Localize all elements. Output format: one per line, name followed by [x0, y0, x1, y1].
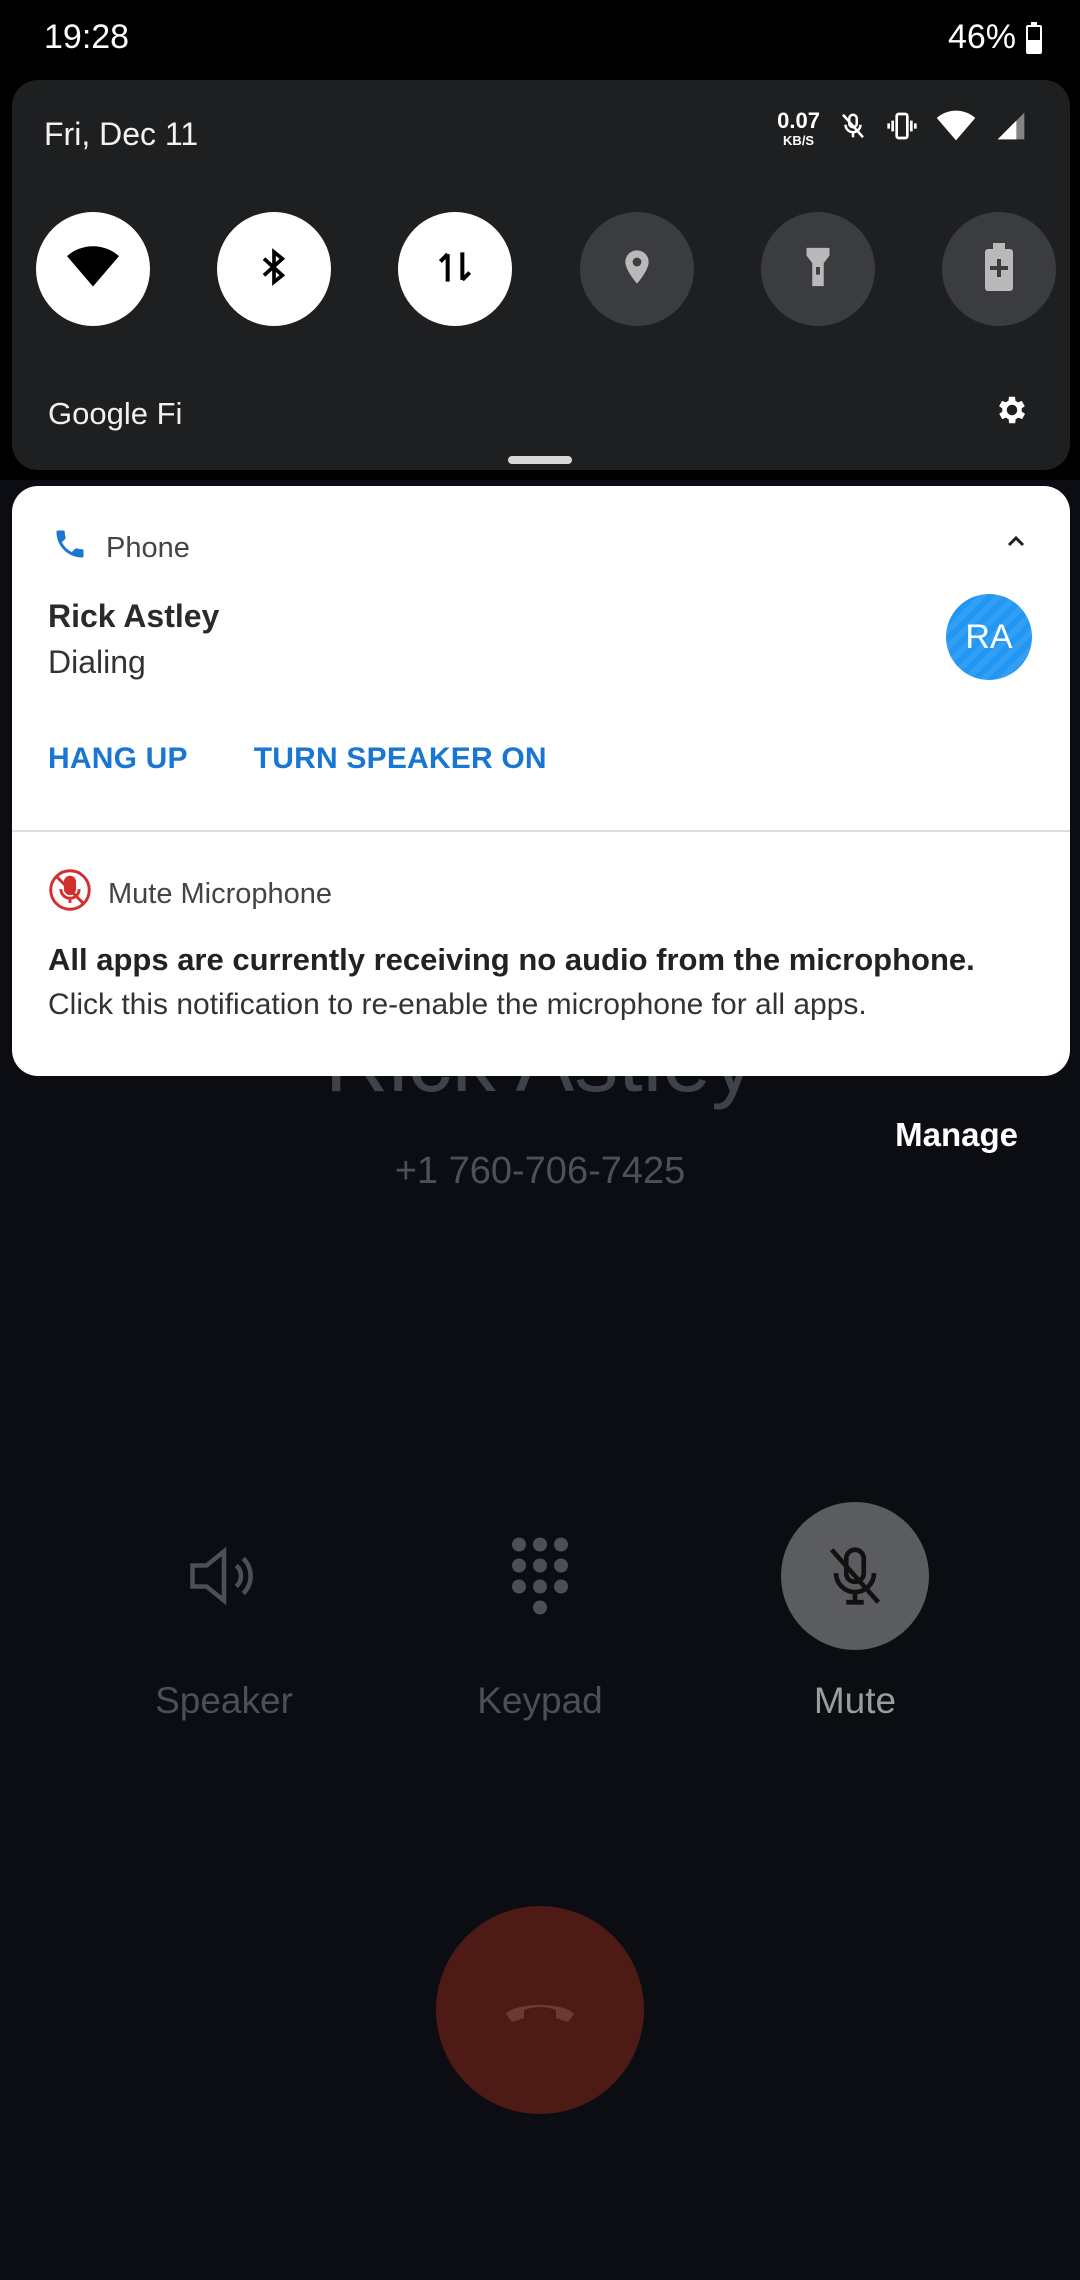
mute-button[interactable]: Mute	[735, 1502, 975, 1722]
phone-icon	[52, 526, 88, 570]
mute-mic-title: All apps are currently receiving no audi…	[48, 942, 975, 977]
avatar: RA	[946, 594, 1032, 680]
speaker-button[interactable]: Speaker	[104, 1502, 344, 1722]
battery-saver-icon	[984, 242, 1014, 296]
hang-up-button[interactable]: HANG UP	[48, 742, 188, 776]
notification-card[interactable]: Phone Rick Astley Dialing RA HANG UP TUR…	[12, 486, 1070, 1076]
keypad-label: Keypad	[477, 1680, 603, 1721]
mute-label: Mute	[813, 1680, 897, 1721]
tile-battery-saver[interactable]	[941, 212, 1056, 326]
cell-signal-icon	[994, 110, 1028, 147]
manage-button[interactable]: Manage	[895, 1116, 1018, 1154]
bluetooth-icon	[254, 243, 294, 296]
phone-app-name: Phone	[106, 531, 190, 564]
notification-actions: HANG UP TURN SPEAKER ON	[48, 742, 547, 776]
quick-settings-panel: Fri, Dec 11 0.07 KB/S Google Fi	[12, 80, 1070, 470]
mic-off-icon	[48, 868, 92, 920]
hangup-phone-icon	[500, 1988, 580, 2033]
call-number: +1 760-706-7425	[394, 1150, 686, 1192]
qs-drag-handle[interactable]	[508, 456, 572, 464]
wifi-icon	[67, 245, 119, 294]
qs-tiles-row	[36, 212, 1056, 326]
notification-call-status: Dialing	[48, 644, 146, 680]
tile-mobile-data[interactable]	[398, 212, 513, 326]
net-speed-unit: KB/S	[783, 133, 815, 148]
battery-icon	[1026, 21, 1042, 54]
status-bar: 19:28 46%	[0, 0, 1080, 80]
chevron-up-icon[interactable]	[1004, 530, 1028, 559]
settings-gear-icon[interactable]	[994, 392, 1030, 433]
notification-caller-name: Rick Astley	[48, 598, 220, 634]
end-call-button[interactable]	[436, 1906, 644, 2114]
tile-flashlight[interactable]	[760, 212, 875, 326]
tile-wifi[interactable]	[36, 212, 150, 326]
data-arrows-icon	[433, 243, 477, 296]
net-speed-value: 0.07	[777, 108, 820, 133]
speaker-icon	[150, 1502, 298, 1650]
mute-mic-body: Click this notification to re-enable the…	[48, 988, 867, 1021]
turn-speaker-on-button[interactable]: TURN SPEAKER ON	[254, 742, 547, 776]
keypad-button[interactable]: Keypad	[420, 1502, 660, 1722]
battery-percent: 46%	[947, 18, 1016, 56]
tile-location[interactable]	[579, 212, 694, 326]
status-time: 19:28	[44, 18, 130, 56]
tile-bluetooth[interactable]	[217, 212, 332, 326]
carrier-name: Google Fi	[48, 396, 183, 431]
qs-date[interactable]: Fri, Dec 11	[44, 116, 198, 153]
speaker-label: Speaker	[155, 1680, 293, 1721]
vibrate-icon	[886, 110, 918, 147]
location-pin-icon	[617, 243, 657, 296]
flashlight-icon	[802, 244, 834, 295]
network-speed: 0.07 KB/S	[777, 108, 820, 148]
wifi-icon	[936, 110, 976, 147]
phone-notification-header: Phone	[52, 526, 190, 570]
notification-divider	[12, 830, 1070, 832]
qs-status-icons: 0.07 KB/S	[777, 110, 1028, 147]
mute-mic-notification-header: Mute Microphone	[48, 868, 332, 920]
keypad-icon	[466, 1502, 614, 1650]
mute-mic-app-name: Mute Microphone	[108, 877, 333, 910]
mic-off-icon	[838, 110, 868, 147]
mic-off-icon	[781, 1502, 929, 1650]
